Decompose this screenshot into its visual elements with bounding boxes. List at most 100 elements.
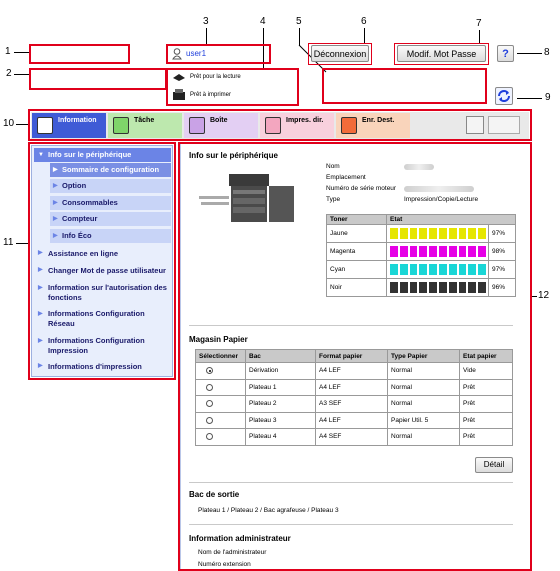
- output-tray-value: Plateau 1 / Plateau 2 / Bac agrafeuse / …: [198, 507, 339, 514]
- sidebar-sub-consumables[interactable]: ▶ Consommables: [50, 196, 171, 210]
- paper-header-select: Sélectionner: [195, 349, 246, 363]
- callout-2: 2: [6, 68, 12, 79]
- device-type-value: Impression/Copie/Lecture: [404, 196, 479, 203]
- device-info-title: Info sur le périphérique: [189, 151, 278, 160]
- tab-direct-print[interactable]: Impres. dir.: [260, 113, 334, 138]
- sidebar-item-print-config[interactable]: ▶ Informations Configuration Impression: [34, 336, 171, 356]
- sidebar-sub-eco-info[interactable]: ▶ Info Éco: [50, 229, 171, 243]
- admin-name-label: Nom de l'administrateur: [198, 549, 267, 556]
- callout-8: 8: [544, 47, 550, 58]
- device-type-label: Type: [326, 196, 341, 203]
- sidebar-sub-counter[interactable]: ▶ Compteur: [50, 212, 171, 226]
- toner-bar-yellow: [390, 228, 486, 239]
- callout-10: 10: [3, 118, 15, 129]
- toner-row: Jaune 97%: [326, 224, 516, 243]
- divider: [189, 325, 513, 326]
- user-name[interactable]: user1: [186, 49, 206, 58]
- callout-line-2: [14, 74, 30, 75]
- callout-3: 3: [203, 16, 209, 27]
- tab-information[interactable]: Information: [32, 113, 106, 138]
- sidebar-item-function-permission[interactable]: ▶ Information sur l'autorisation des fonc…: [34, 283, 171, 303]
- status-area: Prêt pour la lecture Prêt à imprimer: [166, 68, 299, 106]
- paper-header-size: Format papier: [315, 349, 388, 363]
- paper-header-type: Type Papier: [387, 349, 460, 363]
- table-row: Plateau 1 A4 LEF Normal Prêt: [195, 378, 513, 396]
- toner-row: Cyan 97%: [326, 260, 516, 279]
- tray-radio[interactable]: [206, 416, 213, 424]
- table-row: Plateau 2 A3 SEF Normal Prêt: [195, 395, 513, 413]
- toner-bar-black: [390, 282, 486, 293]
- toner-header-etat: Etat: [386, 214, 516, 225]
- refresh-icon: [498, 90, 510, 102]
- brand-area: [29, 44, 130, 64]
- tray-radio[interactable]: [206, 433, 213, 441]
- sidebar-item-change-password[interactable]: ▶ Changer Mot de passe utilisateur: [34, 266, 171, 275]
- sidebar-item-network-config[interactable]: ▶ Informations Configuration Réseau: [34, 309, 171, 329]
- paper-tray-title: Magasin Papier: [189, 335, 248, 344]
- tray-radio[interactable]: [206, 367, 213, 375]
- output-tray-title: Bac de sortie: [189, 490, 240, 499]
- printer-image: [199, 174, 294, 222]
- device-serial-label: Numéro de série moteur: [326, 185, 397, 192]
- device-name-label: Nom: [326, 163, 340, 170]
- callout-line-8: [517, 53, 542, 54]
- table-row: Dérivation A4 LEF Normal Vide: [195, 362, 513, 380]
- tray-radio[interactable]: [206, 400, 213, 408]
- direct-print-icon: [265, 117, 281, 134]
- refresh-button[interactable]: [495, 87, 513, 105]
- paper-tray-table: Sélectionner Bac Format papier Type Papi…: [195, 349, 513, 446]
- admin-info-title: Information administrateur: [189, 534, 291, 543]
- display-icon[interactable]: [488, 116, 520, 134]
- sidebar-item-print-info[interactable]: ▶ Informations d'impression: [34, 362, 171, 371]
- paper-header-tray: Bac: [245, 349, 316, 363]
- callout-1: 1: [5, 46, 11, 57]
- device-name-area: [29, 68, 167, 90]
- table-row: Plateau 4 A4 SEF Normal Prêt: [195, 428, 513, 446]
- toner-header-toner: Toner: [326, 214, 387, 225]
- help-button[interactable]: ?: [497, 45, 514, 62]
- ready-scan-icon: [172, 89, 186, 101]
- toner-bar-cyan: [390, 264, 486, 275]
- device-name-value: [404, 164, 434, 170]
- tray-radio[interactable]: [206, 383, 213, 391]
- callout-9: 9: [545, 92, 551, 103]
- sidebar-sub-option[interactable]: ▶ Option: [50, 179, 171, 193]
- toner-row: Noir 96%: [326, 278, 516, 297]
- status-ready-print: Prêt pour la lecture: [190, 74, 241, 80]
- logout-highlight: [308, 43, 372, 65]
- tab-store-address[interactable]: Enr. Dest.: [336, 113, 410, 138]
- detail-button[interactable]: Détail: [475, 457, 513, 473]
- paper-header-status: Etat papier: [459, 349, 513, 363]
- callout-line-10: [16, 124, 28, 125]
- sidebar-item-online-assistance[interactable]: ▶ Assistance en ligne: [34, 249, 171, 258]
- sidebar: ▼ Info sur le périphérique ▶ Sommaire de c…: [31, 145, 173, 377]
- callout-12: 12: [538, 290, 550, 301]
- ready-print-icon: [172, 72, 186, 82]
- job-icon: [113, 117, 129, 134]
- sidebar-sub-config-summary[interactable]: ▶ Sommaire de configuration: [50, 163, 171, 177]
- table-row: Plateau 3 A4 LEF Papier Util. 5 Prêt: [195, 411, 513, 429]
- callout-11: 11: [3, 237, 14, 248]
- toner-table: Toner Etat Jaune 97% Magenta 98% Cyan 97…: [326, 214, 516, 297]
- admin-extension-label: Numéro extension: [198, 561, 251, 568]
- callout-7: 7: [476, 18, 482, 29]
- fax-icon[interactable]: [466, 116, 484, 134]
- callout-line-1: [14, 52, 30, 53]
- callout-5: 5: [296, 16, 302, 27]
- store-address-icon: [341, 117, 357, 134]
- sidebar-item-device-info[interactable]: ▼ Info sur le périphérique: [34, 148, 171, 162]
- box-icon: [189, 117, 205, 134]
- callout-line-9: [517, 98, 542, 99]
- user-area: user1: [166, 44, 271, 64]
- user-icon: [172, 48, 182, 60]
- device-location-label: Emplacement: [326, 174, 366, 181]
- message-area: [322, 68, 487, 104]
- tab-job[interactable]: Tâche: [108, 113, 182, 138]
- toner-bar-magenta: [390, 246, 486, 257]
- toner-row: Magenta 98%: [326, 242, 516, 261]
- callout-line-7: [479, 30, 480, 44]
- status-ready-scan: Prêt à imprimer: [190, 92, 232, 98]
- callout-4: 4: [260, 16, 266, 27]
- callout-line-6: [364, 28, 365, 44]
- tab-box[interactable]: Boîte: [184, 113, 258, 138]
